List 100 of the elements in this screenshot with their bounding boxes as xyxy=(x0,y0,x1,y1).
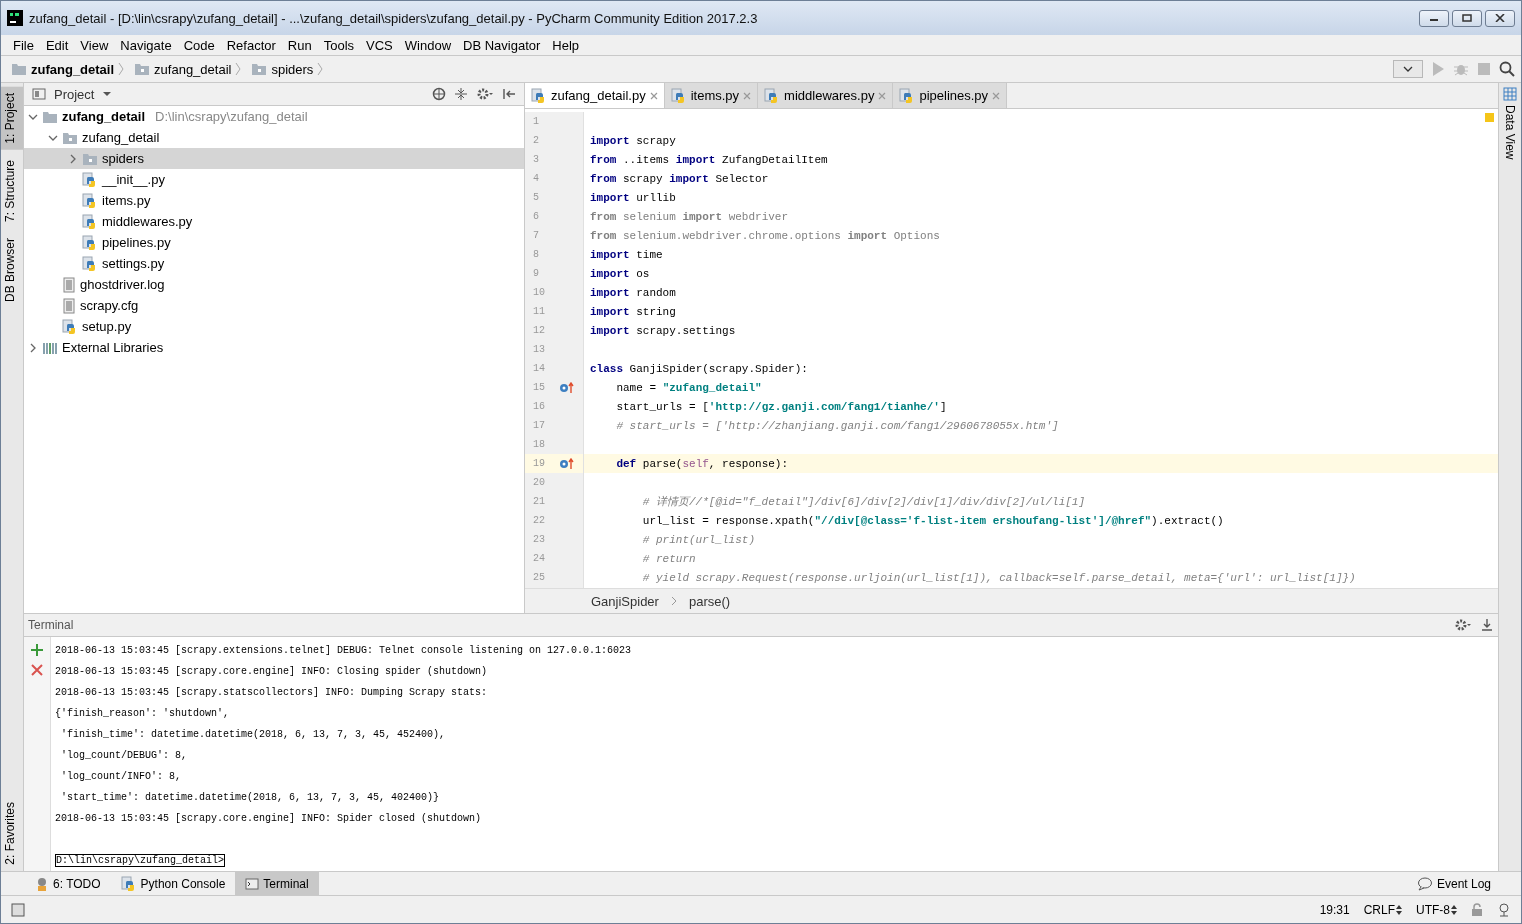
menu-item[interactable]: DB Navigator xyxy=(457,37,547,53)
line-number: 24 xyxy=(533,553,546,564)
minimize-button[interactable] xyxy=(1419,9,1449,27)
folder-icon xyxy=(42,109,58,124)
file-encoding[interactable]: UTF-8 xyxy=(1416,902,1450,917)
python-file-icon xyxy=(82,171,98,188)
tree-item[interactable]: pipelines.py xyxy=(24,232,524,253)
gear-icon[interactable] xyxy=(476,87,494,101)
caret-position[interactable]: 19:31 xyxy=(1319,902,1350,917)
menu-item[interactable]: Window xyxy=(398,37,458,53)
dropdown-arrow-icon[interactable] xyxy=(102,91,113,97)
plus-icon[interactable] xyxy=(30,643,44,657)
tree-item[interactable]: __init__.py xyxy=(24,169,524,190)
tool-tab[interactable]: 6: TODO xyxy=(25,872,111,895)
breadcrumb-item[interactable]: zufang_detail xyxy=(154,61,232,77)
code-line: import scrapy xyxy=(589,134,676,147)
terminal-line: 2018-06-13 15:03:45 [scrapy.extensions.telnet] DEBUG: Telnet console listening on 127.0.0.1:6023 xyxy=(55,645,632,656)
package-folder-icon xyxy=(62,130,78,145)
line-number: 25 xyxy=(533,572,546,583)
tree-item[interactable]: setup.py xyxy=(24,316,524,337)
menu-item[interactable]: Run xyxy=(281,37,318,53)
code-line: import urllib xyxy=(589,191,676,204)
close-icon[interactable] xyxy=(878,91,887,100)
menu-item[interactable]: View xyxy=(74,37,115,53)
code-line: class GanjiSpider(scrapy.Spider): xyxy=(589,362,808,375)
code-line: import time xyxy=(589,248,663,261)
breadcrumb-item[interactable]: spiders xyxy=(271,61,314,77)
tree-item[interactable]: scrapy.cfg xyxy=(24,295,524,316)
code-line: import string xyxy=(589,305,676,318)
search-icon[interactable] xyxy=(1499,61,1515,77)
tree-item[interactable]: items.py xyxy=(24,190,524,211)
project-view-icon xyxy=(32,87,46,101)
restore-button[interactable] xyxy=(1452,9,1482,27)
tool-window-tab[interactable]: Data View xyxy=(1501,101,1519,164)
line-number: 18 xyxy=(533,439,546,450)
menu-item[interactable]: File xyxy=(7,37,40,53)
line-number: 4 xyxy=(533,173,540,184)
menu-item[interactable]: Code xyxy=(177,37,221,53)
menu-item[interactable]: VCS xyxy=(360,37,399,53)
code-line: # yield scrapy.Request(response.urljoin(url_list[1]), callback=self.parse_detail, meta={'url': url_list[1]}) xyxy=(641,571,1356,584)
target-icon[interactable] xyxy=(432,87,446,101)
breadcrumb-item[interactable]: GanjiSpider xyxy=(591,593,659,609)
terminal-prompt[interactable]: D:\lin\csrapy\zufang_detail> xyxy=(55,854,226,867)
inspector-icon[interactable] xyxy=(1497,902,1511,917)
menu-item[interactable]: Help xyxy=(546,37,586,53)
line-number: 16 xyxy=(533,401,546,412)
editor-tab[interactable]: middlewares.py xyxy=(758,83,894,108)
lock-icon[interactable] xyxy=(1471,902,1483,917)
code-line: from scrapy import Selector xyxy=(589,172,769,185)
line-separator[interactable]: CRLF xyxy=(1363,902,1395,917)
tool-window-tab[interactable]: 7: Structure xyxy=(1,153,23,228)
close-icon[interactable] xyxy=(30,663,44,677)
menu-item[interactable]: Tools xyxy=(317,37,361,53)
chevron-icon xyxy=(317,62,324,76)
override-marker-icon[interactable] xyxy=(559,457,575,470)
editor-tab[interactable]: items.py xyxy=(664,83,759,108)
library-icon xyxy=(42,340,58,355)
tree-item[interactable]: External Libraries xyxy=(24,337,524,358)
folder-icon xyxy=(11,62,27,76)
tool-window-tab[interactable]: 2: Favorites xyxy=(1,796,23,871)
code-line: name = "zufang_detail" xyxy=(615,381,762,394)
python-file-icon xyxy=(82,192,98,209)
breadcrumb-item[interactable]: zufang_detail xyxy=(31,61,115,77)
collapse-all-icon[interactable] xyxy=(454,87,468,101)
menu-item[interactable]: Navigate xyxy=(114,37,178,53)
line-number: 7 xyxy=(533,230,540,241)
override-marker-icon[interactable] xyxy=(559,381,575,394)
hide-panel-icon[interactable] xyxy=(1480,618,1494,632)
menu-item[interactable]: Edit xyxy=(39,37,75,53)
tool-window-tab[interactable]: DB Browser xyxy=(1,231,23,308)
tool-window-tab[interactable]: 1: Project xyxy=(1,87,23,150)
tool-tab[interactable]: Terminal xyxy=(235,872,319,895)
close-icon[interactable] xyxy=(992,91,1001,100)
tree-item[interactable]: settings.py xyxy=(24,253,524,274)
python-file-icon xyxy=(670,87,687,104)
hide-panel-icon[interactable] xyxy=(502,87,516,101)
text-file-icon xyxy=(62,276,76,293)
tree-item[interactable]: middlewares.py xyxy=(24,211,524,232)
tree-item[interactable]: zufang_detail xyxy=(24,127,524,148)
terminal-icon xyxy=(245,876,260,891)
editor-tab[interactable]: zufang_detail.py xyxy=(525,83,665,108)
menu-item[interactable]: Refactor xyxy=(220,37,282,53)
python-file-icon xyxy=(82,213,98,230)
line-number: 3 xyxy=(533,154,540,165)
tool-tab[interactable]: Python Console xyxy=(110,872,236,895)
close-icon[interactable] xyxy=(649,91,658,100)
tree-item[interactable]: ghostdriver.log xyxy=(24,274,524,295)
gear-icon[interactable] xyxy=(1454,618,1472,632)
close-button[interactable] xyxy=(1485,9,1515,27)
breadcrumb-item[interactable]: parse() xyxy=(688,593,731,609)
editor-tab[interactable]: pipelines.py xyxy=(893,83,1008,108)
close-icon[interactable] xyxy=(743,91,752,100)
panel-toggle-icon[interactable] xyxy=(11,902,25,917)
tree-item[interactable]: spiders xyxy=(24,148,524,169)
chevron-icon xyxy=(670,596,677,606)
event-log-button[interactable]: Event Log xyxy=(1436,876,1491,891)
panel-title: Terminal xyxy=(28,618,74,632)
run-config-dropdown[interactable] xyxy=(1393,60,1423,78)
terminal-line: 'start_time': datetime.datetime(2018, 6, 13, 7, 3, 45, 402400)} xyxy=(60,792,440,803)
tree-item[interactable]: zufang_detail D:\lin\csrapy\zufang_detail xyxy=(24,106,524,127)
